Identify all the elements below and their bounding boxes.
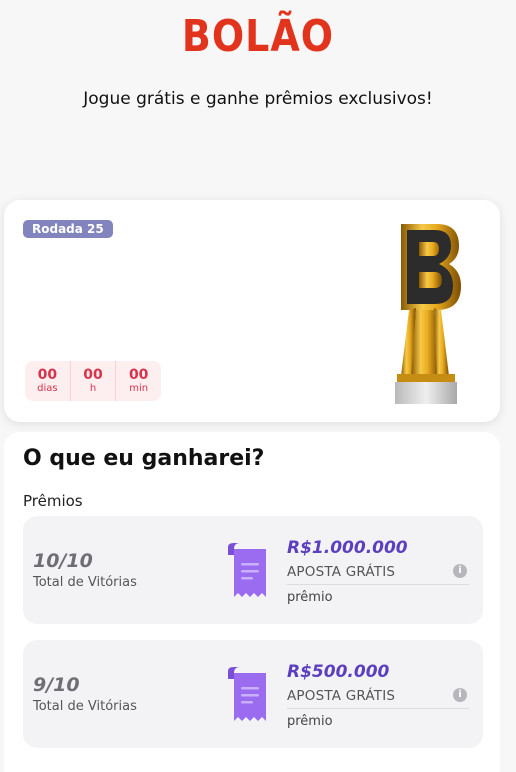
prize-type: APOSTA GRÁTIS [287,688,396,704]
prize-score-label: Total de Vitórias [33,699,137,714]
prize-amount: R$500.000 [287,662,390,682]
prizes-panel: O que eu ganharei? Prêmios 10/10 Total d… [4,432,500,772]
prize-card[interactable]: 9/10 Total de Vitórias R$500.000 APOSTA … [23,640,483,748]
countdown-minutes-label: min [129,382,149,394]
countdown-minutes-value: 00 [128,366,149,383]
logo: BOLÃO [0,11,516,62]
tagline: Jogue grátis e ganhe prêmios exclusivos! [83,89,433,109]
countdown-hours-value: 00 [83,366,103,383]
prize-score: 9/10 [33,674,80,696]
prize-card[interactable]: 10/10 Total de Vitórias R$1.000.000 APOS… [23,516,483,624]
prize-score-label: Total de Vitórias [33,575,137,590]
ticket-icon [228,667,266,721]
countdown-days-value: 00 [37,366,58,383]
divider [287,584,469,585]
prizes-subtitle: Prêmios [23,492,83,510]
prize-kind: prêmio [287,590,333,605]
ticket-icon [228,543,266,597]
countdown-days-label: dias [37,382,58,394]
prize-kind: prêmio [287,714,333,729]
prize-score: 10/10 [33,550,93,572]
prize-amount: R$1.000.000 [287,538,408,558]
round-badge: Rodada 25 [23,220,113,238]
info-icon[interactable]: i [453,688,467,702]
info-icon[interactable]: i [453,564,467,578]
countdown-hours-label: h [89,382,97,394]
prizes-title: O que eu ganharei? [23,446,265,471]
divider [287,708,469,709]
countdown-hours: 00 h [71,361,117,401]
countdown-days: 00 dias [25,361,71,401]
countdown-timer: 00 dias 00 h 00 min [25,361,161,401]
countdown-minutes: 00 min [116,361,161,401]
prize-type: APOSTA GRÁTIS [287,564,396,580]
trophy-icon [395,224,461,404]
logo-text: BOLÃO [181,10,335,62]
round-card: Rodada 25 00 dias 00 h 00 min [4,200,500,422]
